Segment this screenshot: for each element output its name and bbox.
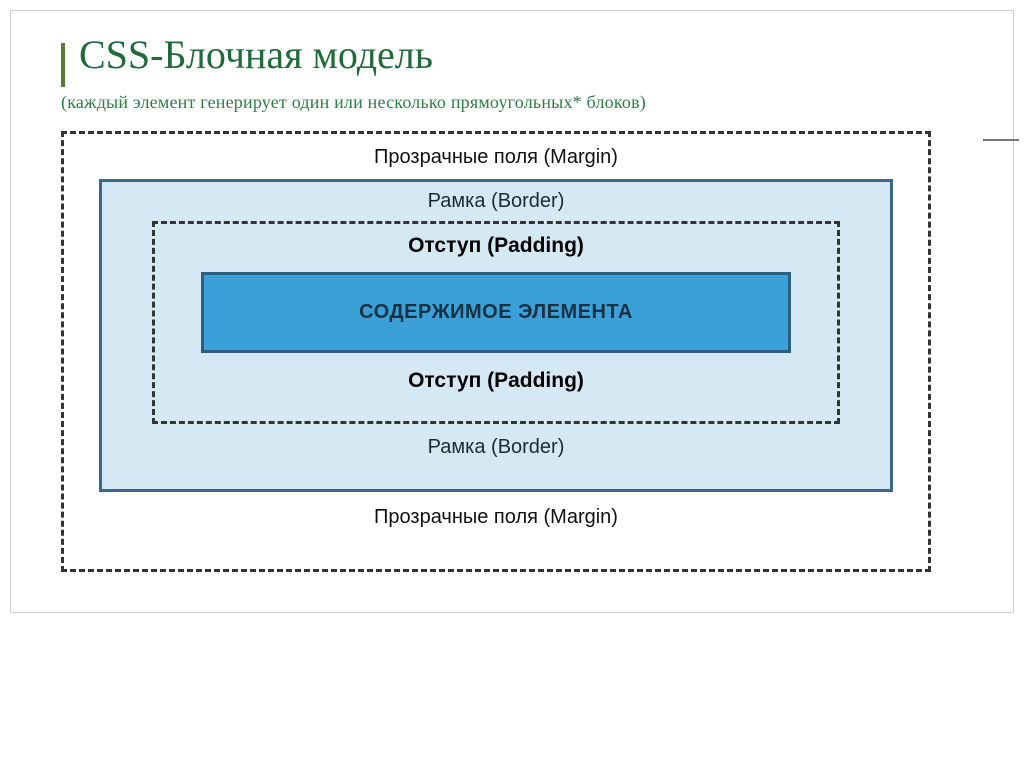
margin-label-top: Прозрачные поля (Margin) [99,140,893,179]
border-label-top: Рамка (Border) [152,186,840,221]
slide-frame: CSS-Блочная модель (каждый элемент генер… [10,10,1014,613]
decorative-dash [983,139,1019,141]
padding-layer: Отступ (Padding) СОДЕРЖИМОЕ ЭЛЕМЕНТА Отс… [152,221,840,424]
slide-title: CSS-Блочная модель [79,31,983,78]
border-layer: Рамка (Border) Отступ (Padding) СОДЕРЖИМ… [99,179,893,492]
slide-subtitle: (каждый элемент генерирует один или неск… [61,92,983,113]
border-label-bottom: Рамка (Border) [152,424,840,461]
content-layer: СОДЕРЖИМОЕ ЭЛЕМЕНТА [201,272,791,353]
box-model-diagram: Прозрачные поля (Margin) Рамка (Border) … [61,131,931,572]
padding-label-bottom: Отступ (Padding) [201,353,791,395]
margin-layer: Прозрачные поля (Margin) Рамка (Border) … [61,131,931,572]
margin-label-bottom: Прозрачные поля (Margin) [99,492,893,531]
padding-label-top: Отступ (Padding) [201,228,791,272]
title-accent-bar [61,43,65,87]
